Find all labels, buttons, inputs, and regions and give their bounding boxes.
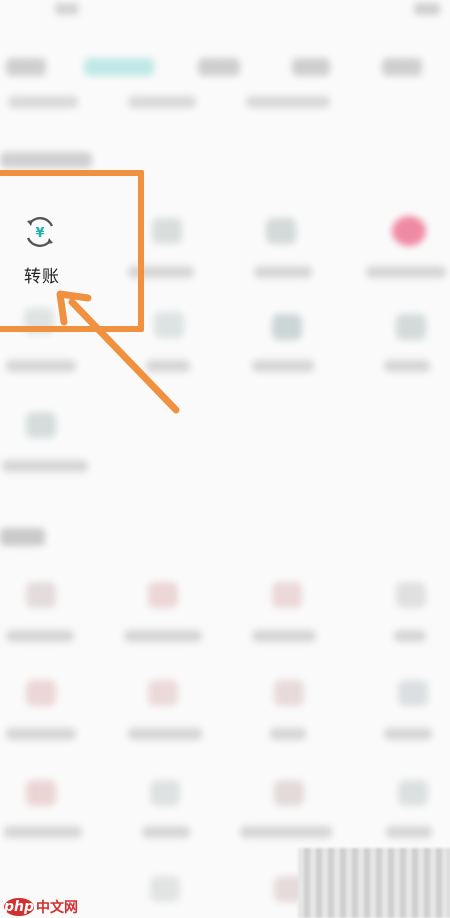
grid-icon[interactable] xyxy=(398,680,428,706)
transfer-label: 转账 xyxy=(24,267,60,286)
grid-icon[interactable] xyxy=(398,780,428,806)
grid-label xyxy=(254,266,312,278)
highlight-box xyxy=(0,170,144,332)
grid-icon[interactable] xyxy=(150,876,180,902)
grid-label xyxy=(240,826,332,838)
tab-sub-3 xyxy=(246,96,330,108)
grid-label xyxy=(146,360,190,372)
php-logo-mark: php xyxy=(4,898,35,916)
tab-5[interactable] xyxy=(382,58,422,76)
pointer-arrow xyxy=(56,290,180,414)
grid-label xyxy=(270,728,306,740)
tab-3[interactable] xyxy=(198,58,240,76)
grid-label xyxy=(394,630,426,642)
grid-icon[interactable] xyxy=(154,312,184,338)
grid-label xyxy=(128,728,202,740)
grid-label xyxy=(252,360,314,372)
grid-label xyxy=(384,360,430,372)
grid-icon[interactable] xyxy=(274,680,304,706)
grid-icon[interactable] xyxy=(396,314,426,340)
grid-icon[interactable] xyxy=(272,314,302,340)
watermark-text: 中文网 xyxy=(36,899,78,915)
section-title xyxy=(0,152,92,168)
watermark-logo: php 中文网 xyxy=(4,897,78,917)
grid-icon[interactable] xyxy=(274,780,304,806)
grid-icon[interactable] xyxy=(26,412,56,438)
svg-text:¥: ¥ xyxy=(35,226,44,241)
grid-icon[interactable] xyxy=(26,582,56,608)
grid-label xyxy=(6,630,74,642)
grid-label xyxy=(6,728,76,740)
grid-icon[interactable] xyxy=(152,218,182,244)
tab-4[interactable] xyxy=(292,58,330,76)
grid-label xyxy=(124,630,202,642)
tab-1[interactable] xyxy=(6,58,46,76)
tab-sub-2 xyxy=(128,96,196,108)
grid-label xyxy=(386,826,432,838)
grid-label xyxy=(384,728,432,740)
yuan-transfer-icon: ¥ xyxy=(26,217,54,247)
grid-icon[interactable] xyxy=(148,582,178,608)
grid-label xyxy=(252,630,316,642)
grid-icon[interactable] xyxy=(148,680,178,706)
grid-icon[interactable] xyxy=(150,780,180,806)
grid-icon[interactable] xyxy=(26,680,56,706)
grid-label xyxy=(6,360,76,372)
blurred-image xyxy=(298,848,450,918)
grid-icon[interactable] xyxy=(392,216,426,246)
grid-icon[interactable] xyxy=(26,780,56,806)
back-button[interactable] xyxy=(55,3,79,15)
section-title-2 xyxy=(0,528,45,546)
grid-label xyxy=(2,460,88,472)
grid-icon[interactable] xyxy=(266,218,296,244)
more-button[interactable] xyxy=(414,3,440,15)
grid-label xyxy=(142,826,190,838)
grid-icon[interactable] xyxy=(272,582,302,608)
grid-label xyxy=(366,266,446,278)
tab-sub-1 xyxy=(8,96,78,108)
tab-2-active[interactable] xyxy=(84,58,154,76)
grid-label xyxy=(4,826,82,838)
grid-icon[interactable] xyxy=(396,582,426,608)
